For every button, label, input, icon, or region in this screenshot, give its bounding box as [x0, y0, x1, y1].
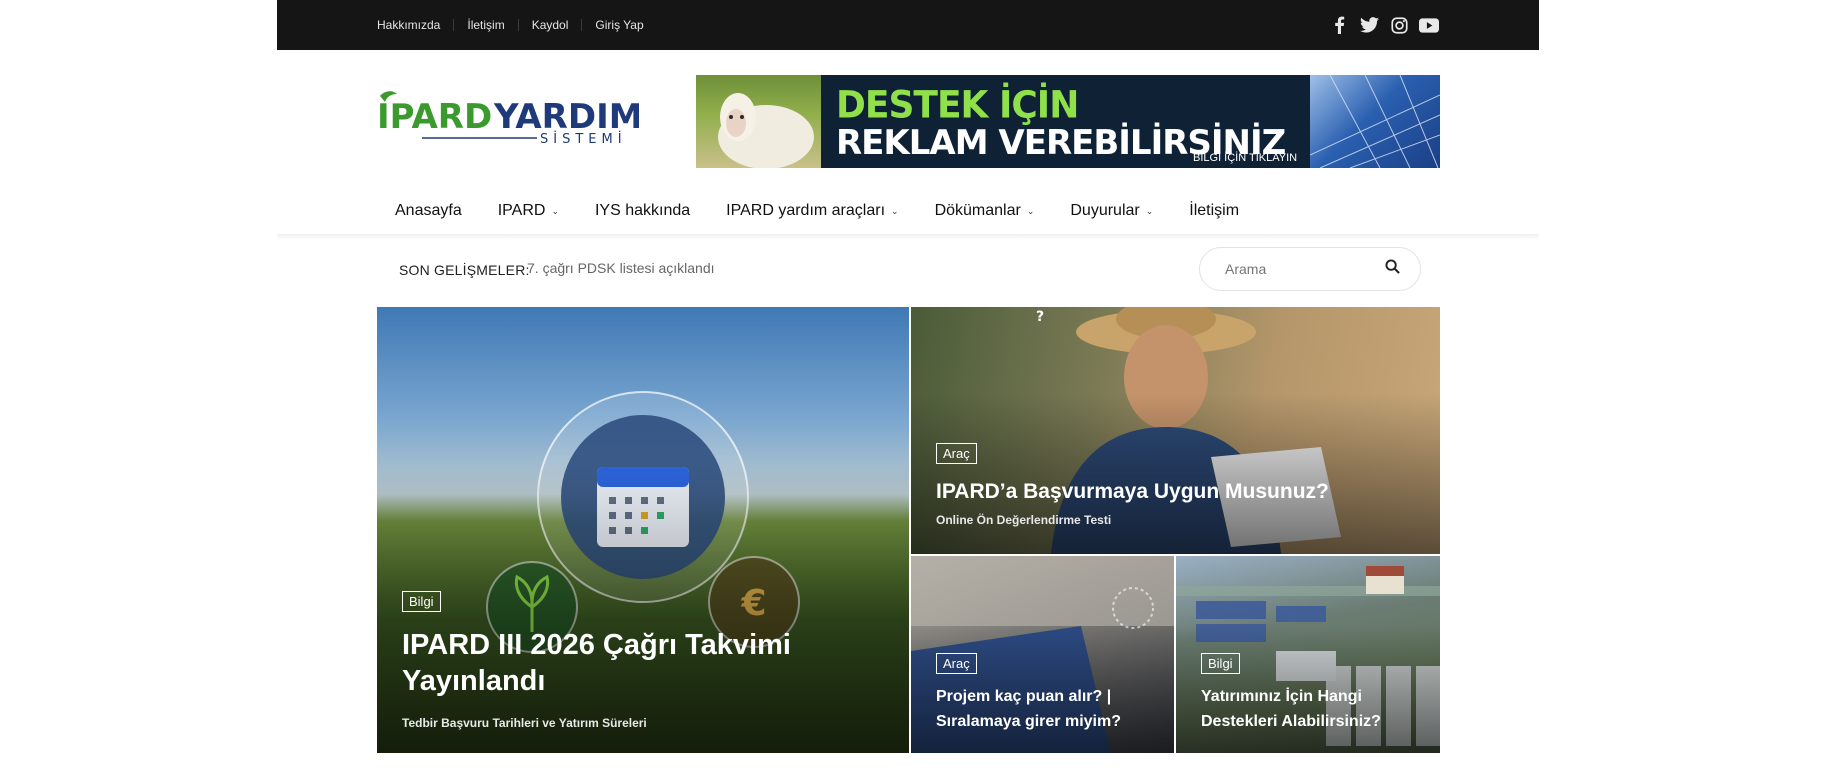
nav-item-label: Anasayfa	[395, 202, 462, 219]
nav-item-contact[interactable]: İletişim	[1171, 190, 1257, 232]
nav-item-label: IPARD yardım araçları	[726, 202, 886, 219]
logo-text-ipard: IPARD	[377, 97, 492, 137]
featured-post-eligibility[interactable]: ? Araç IPARD’a Başvurmaya Uygun Musunuz?…	[911, 307, 1440, 554]
post-title[interactable]: IPARD’a Başvurmaya Uygun Musunuz?	[936, 479, 1329, 505]
featured-post-main[interactable]: € Bilgi IPARD III 2026 Çağrı Takvimi Yay…	[377, 307, 909, 753]
search-input[interactable]	[1225, 261, 1375, 277]
ticker-label: SON GELİŞMELER:	[399, 262, 530, 278]
banner-solar-image	[1309, 75, 1440, 168]
search-box	[1199, 247, 1421, 291]
post-overlay	[911, 393, 1440, 554]
nav-item-label: Duyurular	[1070, 202, 1140, 219]
svg-text:?: ?	[1036, 309, 1044, 325]
nav-item-label: Dökümanlar	[934, 202, 1021, 219]
post-title-line: Yayınlandı	[402, 665, 546, 697]
facebook-icon[interactable]	[1329, 15, 1349, 35]
post-title-line: IPARD III 2026 Çağrı Takvimi	[402, 629, 791, 661]
chevron-down-icon: ⌄	[1026, 205, 1035, 216]
nav-item-iys[interactable]: IYS hakkında	[577, 190, 708, 232]
top-link-contact[interactable]: İletişim	[453, 19, 517, 31]
post-title[interactable]: Projem kaç puan alır? | Sıralamaya girer…	[936, 684, 1121, 734]
nav-item-label: İletişim	[1189, 202, 1240, 219]
ad-banner[interactable]: DESTEK İÇİN REKLAM VEREBİLİRSİNİZ BİLGİ …	[696, 75, 1440, 168]
logo-text-yardim: YARDIM	[493, 97, 639, 137]
top-bar: Hakkımızda İletişim Kaydol Giriş Yap	[277, 0, 1539, 50]
top-link-login[interactable]: Giriş Yap	[581, 19, 656, 31]
featured-post-score[interactable]: Araç Projem kaç puan alır? | Sıralamaya …	[911, 556, 1174, 753]
banner-line-1: DESTEK İÇİN	[836, 83, 1079, 128]
banner-sheep-image	[696, 75, 821, 168]
search-icon[interactable]	[1385, 259, 1400, 279]
post-category[interactable]: Araç	[936, 443, 977, 464]
banner-cta[interactable]: BİLGİ İÇİN TIKLAYIN	[1193, 152, 1297, 164]
nav-item-tools[interactable]: IPARD yardım araçları ⌄	[708, 190, 916, 232]
top-link-about[interactable]: Hakkımızda	[377, 19, 453, 31]
nav-item-label: IPARD	[497, 202, 546, 219]
nav-item-home[interactable]: Anasayfa	[377, 190, 480, 238]
post-category[interactable]: Bilgi	[402, 591, 441, 612]
post-overlay	[377, 463, 909, 753]
twitter-icon[interactable]	[1359, 15, 1379, 35]
logo-text-sistemi: SİSTEMİ	[540, 131, 627, 147]
site-logo[interactable]: IPARD YARDIM SİSTEMİ	[377, 88, 643, 152]
top-links: Hakkımızda İletişim Kaydol Giriş Yap	[377, 0, 657, 50]
post-title-line: Destekleri Alabilirsiniz?	[1201, 713, 1381, 730]
instagram-icon[interactable]	[1389, 15, 1409, 35]
social-links	[1329, 0, 1439, 50]
post-subtitle: Online Ön Değerlendirme Testi	[936, 513, 1112, 527]
post-title[interactable]: IPARD III 2026 Çağrı Takvimi Yayınlandı	[402, 627, 791, 699]
post-title-line: Yatırımınız İçin Hangi	[1201, 688, 1362, 705]
nav-item-label: IYS hakkında	[594, 202, 691, 219]
chevron-down-icon: ⌄	[891, 205, 899, 216]
post-title[interactable]: Yatırımınız İçin Hangi Destekleri Alabil…	[1201, 684, 1381, 734]
post-category[interactable]: Bilgi	[1201, 653, 1240, 674]
youtube-icon[interactable]	[1419, 15, 1439, 35]
main-nav: Anasayfa IPARD ⌄ IYS hakkında IPARD yardı…	[377, 190, 1257, 238]
post-title-line: Sıralamaya girer miyim?	[936, 713, 1121, 730]
page: Hakkımızda İletişim Kaydol Giriş Yap IPA…	[277, 0, 1539, 774]
featured-post-supports[interactable]: Bilgi Yatırımınız İçin Hangi Destekleri …	[1176, 556, 1440, 753]
ticker-headline[interactable]: 7. çağrı PDSK listesi açıklandı	[527, 260, 715, 276]
post-subtitle: Tedbir Başvuru Tarihleri ve Yatırım Süre…	[402, 716, 647, 730]
nav-item-documents[interactable]: Dökümanlar ⌄	[917, 190, 1053, 232]
chevron-down-icon: ⌄	[551, 205, 559, 216]
top-link-register[interactable]: Kaydol	[517, 19, 582, 31]
nav-item-ipard[interactable]: IPARD ⌄	[480, 190, 577, 232]
chevron-down-icon: ⌄	[1145, 205, 1154, 216]
post-title-line: Projem kaç puan alır? |	[936, 688, 1112, 705]
post-category[interactable]: Araç	[936, 653, 977, 674]
nav-divider	[277, 234, 1539, 240]
nav-item-announcements[interactable]: Duyurular ⌄	[1052, 190, 1171, 232]
